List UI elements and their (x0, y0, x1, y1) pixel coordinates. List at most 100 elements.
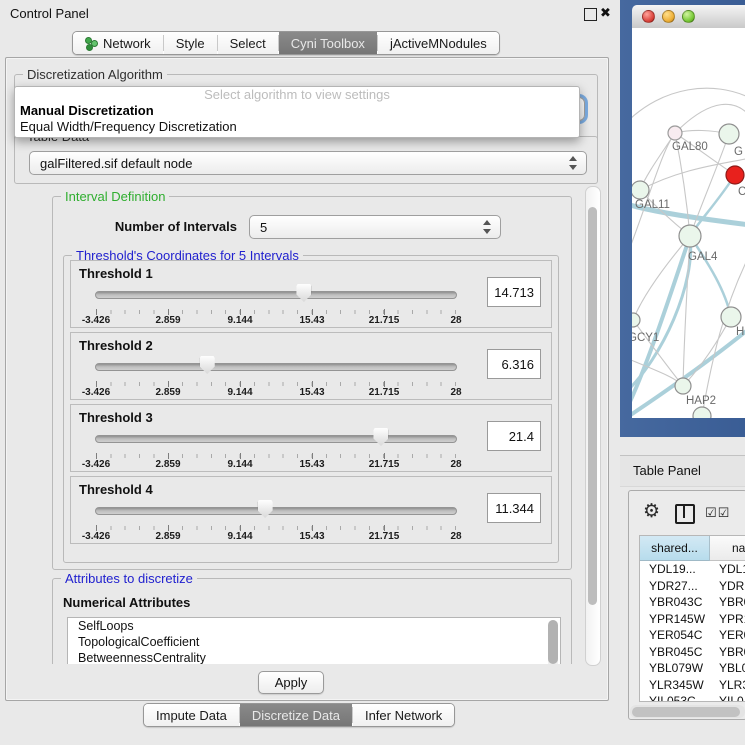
close-traffic-light-icon[interactable] (642, 10, 655, 23)
threshold-slider[interactable]: -3.4262.8599.14415.4321.71528 (95, 355, 457, 395)
threshold-value-field[interactable]: 21.4 (487, 421, 541, 451)
tab-infer-network[interactable]: Infer Network (353, 704, 454, 726)
cell-name[interactable]: YBR0 (710, 594, 745, 611)
node-attribute-table[interactable]: shared... na YDL19...YDL1YDR27...YDR2YBR… (639, 535, 745, 702)
attribute-list-item[interactable]: SelfLoops (68, 618, 560, 634)
cell-name[interactable]: YPR1 (710, 611, 745, 628)
cell-name[interactable]: YDR2 (710, 578, 745, 595)
zoom-traffic-light-icon[interactable] (682, 10, 695, 23)
table-row[interactable]: YBL079WYBL0 (640, 660, 745, 677)
cell-shared-name[interactable]: YIL053C (640, 693, 710, 701)
cell-shared-name[interactable]: YDR27... (640, 578, 710, 595)
tick-label: -3.426 (82, 459, 110, 470)
cell-shared-name[interactable]: YBL079W (640, 660, 710, 677)
table-data-combobox[interactable]: galFiltered.sif default node (29, 151, 587, 175)
close-icon[interactable]: ✖ (600, 5, 611, 21)
tab-impute-data[interactable]: Impute Data (144, 704, 239, 726)
numerical-attributes-list[interactable]: SelfLoopsTopologicalCoefficientBetweenne… (67, 617, 561, 664)
threshold-slider[interactable]: -3.4262.8599.14415.4321.71528 (95, 427, 457, 467)
scrollbar-thumb[interactable] (632, 707, 740, 717)
cell-shared-name[interactable]: YBR043C (640, 594, 710, 611)
cell-shared-name[interactable]: YER054C (640, 627, 710, 644)
column-header-name[interactable]: na (710, 536, 745, 561)
checkbox-icons[interactable]: ☑☑ (705, 505, 730, 521)
cell-name[interactable]: YIL0 (710, 693, 745, 701)
scrollbar-thumb[interactable] (588, 207, 597, 605)
cell-shared-name[interactable]: YBR045C (640, 644, 710, 661)
table-row[interactable]: YBR045CYBR0 (640, 644, 745, 661)
slider-thumb-icon[interactable] (296, 284, 311, 302)
table-row[interactable]: YER054CYER0 (640, 627, 745, 644)
combo-arrows-icon[interactable] (482, 220, 491, 234)
attribute-list-item[interactable]: TopologicalCoefficient (68, 634, 560, 650)
slider-track[interactable] (95, 507, 457, 515)
network-node-gal11[interactable] (632, 181, 649, 199)
float-window-icon[interactable] (584, 8, 597, 21)
table-row[interactable]: YDL19...YDL1 (640, 561, 745, 578)
column-view-icon[interactable] (675, 504, 695, 524)
tab-network[interactable]: Network (73, 32, 163, 54)
cell-name[interactable]: YLR3 (710, 677, 745, 694)
slider-thumb-icon[interactable] (200, 356, 215, 374)
threshold-value-field[interactable]: 6.316 (487, 349, 541, 379)
slider-track[interactable] (95, 435, 457, 443)
threshold-value-field[interactable]: 14.713 (487, 277, 541, 307)
cell-name[interactable]: YBL0 (710, 660, 745, 677)
network-node[interactable] (693, 407, 711, 418)
tab-jactivemnodules[interactable]: jActiveMNodules (378, 32, 499, 54)
combo-arrows-icon[interactable] (568, 156, 577, 170)
table-row[interactable]: YDR27...YDR2 (640, 578, 745, 595)
tab-select[interactable]: Select (218, 32, 278, 54)
dropdown-item[interactable]: Select algorithm to view settings (15, 87, 579, 103)
table-header-row: shared... na (640, 536, 745, 561)
network-window-titlebar[interactable] (632, 5, 745, 29)
scrollbar-thumb[interactable] (548, 620, 558, 664)
network-node-gal80[interactable] (668, 126, 682, 140)
table-rows: YDL19...YDL1YDR27...YDR2YBR043CYBR0YPR14… (640, 561, 745, 701)
tab-style[interactable]: Style (164, 32, 217, 54)
network-node-c[interactable] (726, 166, 744, 184)
slider-track[interactable] (95, 363, 457, 371)
table-horizontal-scrollbar[interactable] (630, 705, 745, 718)
number-of-intervals-combobox[interactable]: 5 (249, 215, 501, 239)
cell-shared-name[interactable]: YPR145W (640, 611, 710, 628)
interval-definition-group: Interval Definition Number of Intervals … (52, 196, 572, 570)
apply-button[interactable]: Apply (258, 671, 324, 694)
list-scrollbar[interactable] (548, 620, 558, 664)
network-view-frame[interactable]: GAL80GCGAL11GAL4GCY1HHAP2 (620, 0, 745, 437)
cell-name[interactable]: YDL1 (710, 561, 745, 578)
network-node-g[interactable] (719, 124, 739, 144)
gear-icon[interactable]: ⚙ (643, 500, 660, 523)
main-scrollbar[interactable] (585, 186, 601, 666)
attribute-list-item[interactable]: BetweennessCentrality (68, 650, 560, 664)
slider-thumb-icon[interactable] (258, 500, 273, 518)
network-node-gcy1[interactable] (632, 313, 640, 327)
slider-track[interactable] (95, 291, 457, 299)
network-node-gal4[interactable] (679, 225, 701, 247)
tab-cyni-toolbox[interactable]: Cyni Toolbox (279, 32, 377, 54)
threshold-slider[interactable]: -3.4262.8599.14415.4321.71528 (95, 499, 457, 539)
minimize-traffic-light-icon[interactable] (662, 10, 675, 23)
dropdown-item[interactable]: Manual Discretization (15, 103, 579, 119)
tab-discretize-data[interactable]: Discretize Data (240, 704, 352, 726)
cell-name[interactable]: YER0 (710, 627, 745, 644)
threshold-value-field[interactable]: 11.344 (487, 493, 541, 523)
dropdown-item[interactable]: Equal Width/Frequency Discretization (15, 119, 579, 135)
control-panel-titlebar: Control Panel ✖ (0, 0, 612, 26)
cell-name[interactable]: YBR0 (710, 644, 745, 661)
network-node-h[interactable] (721, 307, 741, 327)
tab-label: Discretize Data (252, 708, 340, 723)
table-row[interactable]: YLR345WYLR3 (640, 677, 745, 694)
slider-thumb-icon[interactable] (373, 428, 388, 446)
tick-label: 9.144 (227, 459, 252, 470)
table-row[interactable]: YIL053CYIL0 (640, 693, 745, 701)
tick-label: 2.859 (155, 387, 180, 398)
cell-shared-name[interactable]: YLR345W (640, 677, 710, 694)
network-canvas[interactable]: GAL80GCGAL11GAL4GCY1HHAP2 (632, 28, 745, 418)
threshold-slider[interactable]: -3.4262.8599.14415.4321.71528 (95, 283, 457, 323)
table-row[interactable]: YBR043CYBR0 (640, 594, 745, 611)
table-row[interactable]: YPR145WYPR1 (640, 611, 745, 628)
cell-shared-name[interactable]: YDL19... (640, 561, 710, 578)
network-node-hap2[interactable] (675, 378, 691, 394)
column-header-shared[interactable]: shared... (640, 536, 710, 561)
